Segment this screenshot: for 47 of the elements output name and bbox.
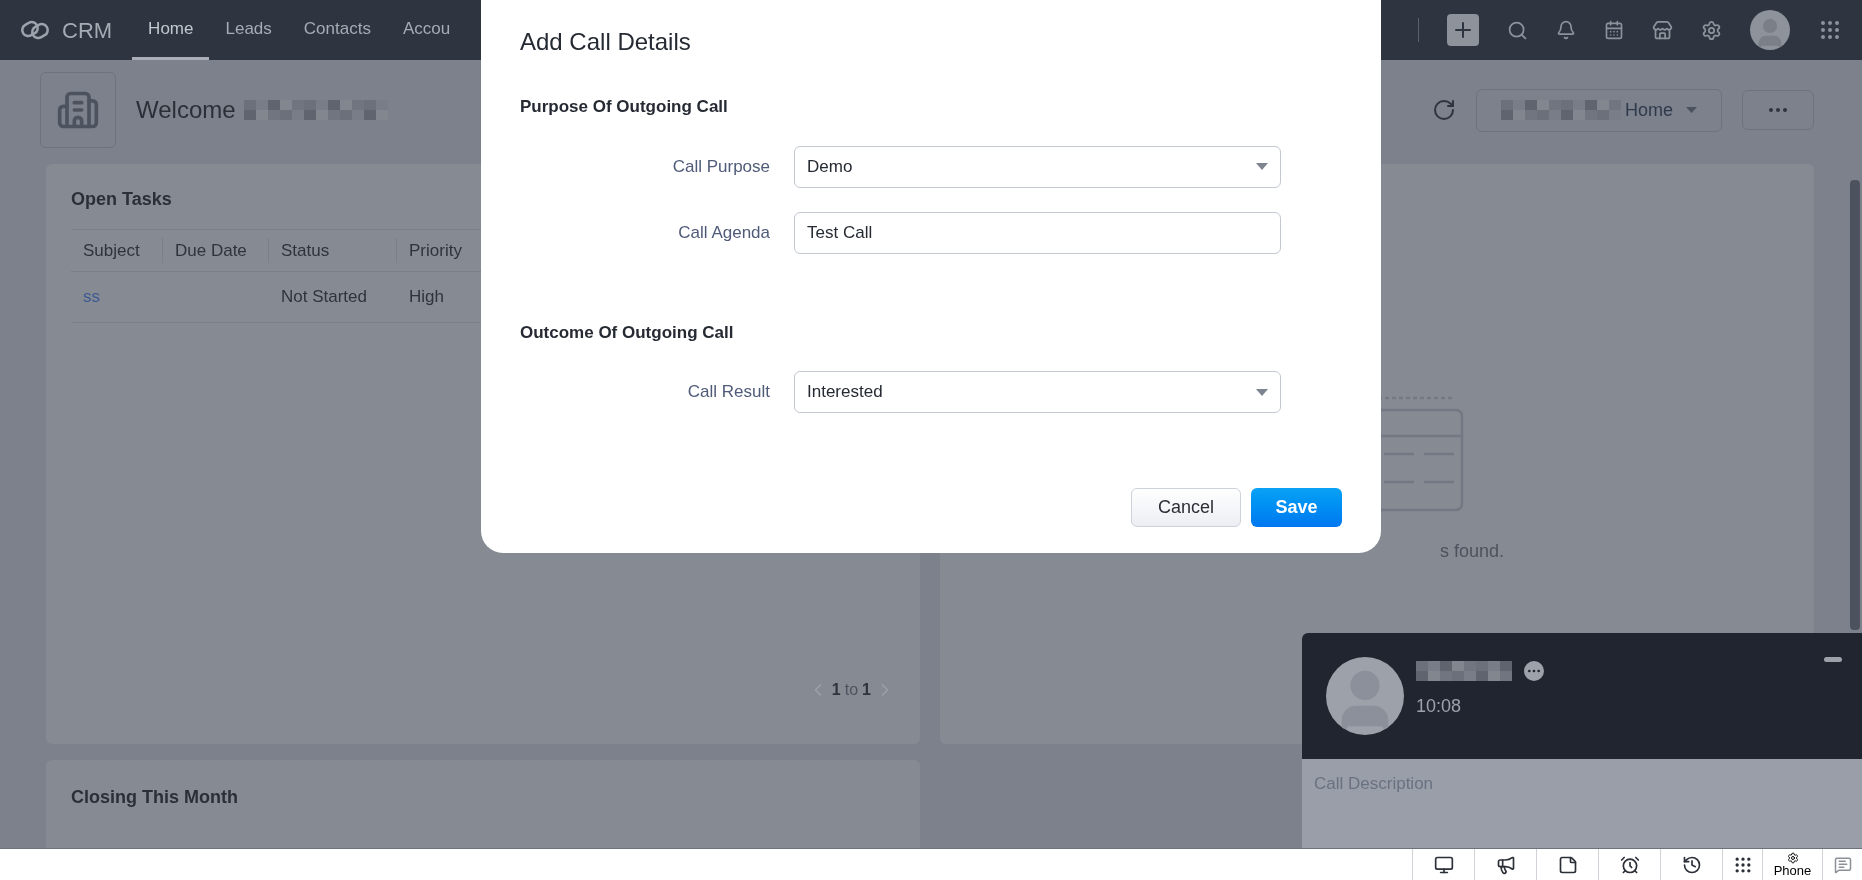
section-title: Purpose Of Outgoing Call (520, 96, 729, 118)
bell-icon[interactable] (1556, 20, 1576, 40)
nav-tab[interactable]: Accou (386, 0, 467, 60)
app-name: CRM (62, 16, 113, 45)
card-title: Open Tasks (71, 188, 173, 211)
search-icon[interactable] (1507, 19, 1528, 41)
column-header: Priority (408, 239, 463, 262)
caret-icon (1256, 388, 1268, 396)
caret-icon (1256, 163, 1268, 170)
add-button[interactable] (1447, 14, 1479, 46)
field-label: Call Agenda (677, 221, 770, 244)
select-field[interactable]: Demo (794, 145, 1281, 188)
apps-grid-icon[interactable] (1818, 18, 1842, 42)
dialog-title: Add Call Details (520, 27, 692, 57)
call-duration: 10:08 (1416, 695, 1463, 718)
phone-settings-button[interactable]: Phone (1762, 849, 1822, 880)
empty-state-message: s found. (1439, 540, 1504, 563)
page-number: 1 (862, 680, 871, 700)
page-separator: to (844, 680, 859, 700)
field-label: Call Result (686, 381, 770, 404)
store-icon[interactable] (1652, 19, 1673, 41)
nav-tab[interactable]: Contacts (287, 0, 387, 60)
page-number: 1 (831, 680, 841, 700)
input-field[interactable]: Test Call (794, 211, 1281, 254)
user-avatar[interactable] (1750, 10, 1790, 50)
logo-icon (20, 19, 50, 41)
welcome-heading: Welcome (136, 95, 236, 125)
nav-tab[interactable]: Home (132, 0, 210, 60)
section-title: Outcome Of Outgoing Call (520, 321, 735, 344)
select-field[interactable]: Interested (794, 371, 1281, 413)
minimize-icon[interactable] (1824, 657, 1842, 662)
cancel-button[interactable]: Cancel (1131, 488, 1241, 527)
more-icon (1769, 108, 1787, 112)
more-icon[interactable] (1524, 661, 1544, 681)
settings-icon[interactable] (1701, 19, 1722, 41)
nav-tab[interactable]: Leads (209, 0, 288, 60)
calendar-icon[interactable] (1604, 20, 1624, 40)
card-title: Closing This Month (71, 787, 238, 807)
table-cell-text: High (408, 286, 445, 309)
refresh-icon[interactable] (1432, 98, 1456, 122)
column-header: Due Date (163, 237, 269, 264)
caret-icon (1686, 107, 1697, 113)
column-header: Subject (71, 237, 163, 264)
table-cell-text: Not Started (280, 286, 368, 309)
gear-icon (1786, 852, 1799, 864)
column-header: Status (269, 237, 397, 264)
field-label: Call Purpose (671, 155, 770, 178)
